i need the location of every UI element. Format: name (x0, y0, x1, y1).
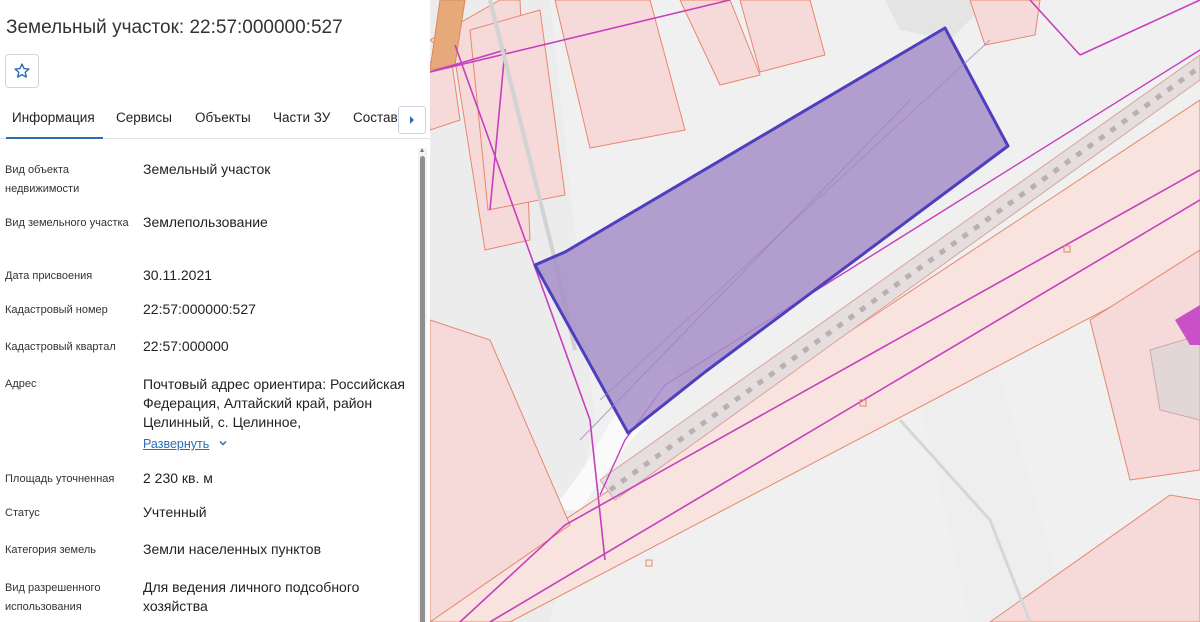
info-value-permitted-use: Для ведения личного подсобного хозяйства (143, 579, 360, 614)
scroll-up-arrow-icon[interactable] (420, 148, 424, 152)
info-label-land-type: Вид земельного участка (5, 217, 129, 229)
tab-composition[interactable]: Состав (353, 110, 398, 125)
tab-services[interactable]: Сервисы (116, 110, 172, 125)
chevron-down-icon[interactable] (218, 438, 228, 448)
tab-bar: Информация Сервисы Объекты Части ЗУ Сост… (0, 100, 430, 139)
info-value-date: 30.11.2021 (143, 267, 213, 283)
info-value-object-type: Земельный участок (143, 161, 271, 177)
cadastral-map[interactable] (430, 0, 1200, 622)
info-label-object-type: Вид объекта недвижимости (5, 164, 80, 195)
info-label-address: Адрес (5, 378, 37, 390)
info-label-cadastral-number: Кадастровый номер (5, 304, 108, 316)
caret-right-icon (410, 116, 414, 124)
info-label-land-category: Категория земель (5, 544, 96, 556)
address-expand-link[interactable]: Развернуть (143, 437, 209, 451)
tabs-next-button[interactable] (398, 106, 426, 134)
tab-info[interactable]: Информация (6, 110, 103, 139)
info-value-area: 2 230 кв. м (143, 470, 213, 486)
info-panel: Земельный участок: 22:57:000000:527 Инфо… (0, 0, 430, 622)
panel-scrollbar[interactable] (418, 148, 427, 622)
scrollbar-thumb[interactable] (420, 156, 425, 622)
info-value-land-type: Землепользование (143, 214, 268, 230)
info-label-cadastral-block: Кадастровый квартал (5, 341, 116, 353)
info-label-permitted-use: Вид разрешенного использования (5, 582, 101, 613)
info-label-area: Площадь уточненная (5, 473, 115, 485)
map-canvas[interactable] (430, 0, 1200, 622)
info-label-status: Статус (5, 507, 40, 519)
info-value-status: Учтенный (143, 504, 207, 520)
info-value-land-category: Земли населенных пунктов (143, 541, 322, 557)
favorite-button[interactable] (5, 54, 39, 88)
info-value-cadastral-block: 22:57:000000 (143, 338, 229, 354)
tab-parts[interactable]: Части ЗУ (273, 110, 330, 125)
page-title: Земельный участок: 22:57:000000:527 (6, 17, 343, 38)
info-value-cadastral-number: 22:57:000000:527 (143, 301, 256, 317)
info-value-address: Почтовый адрес ориентира: Российская Фед… (143, 376, 405, 430)
info-label-date: Дата присвоения (5, 270, 93, 282)
tab-objects[interactable]: Объекты (195, 110, 251, 125)
star-outline-icon (14, 63, 30, 78)
